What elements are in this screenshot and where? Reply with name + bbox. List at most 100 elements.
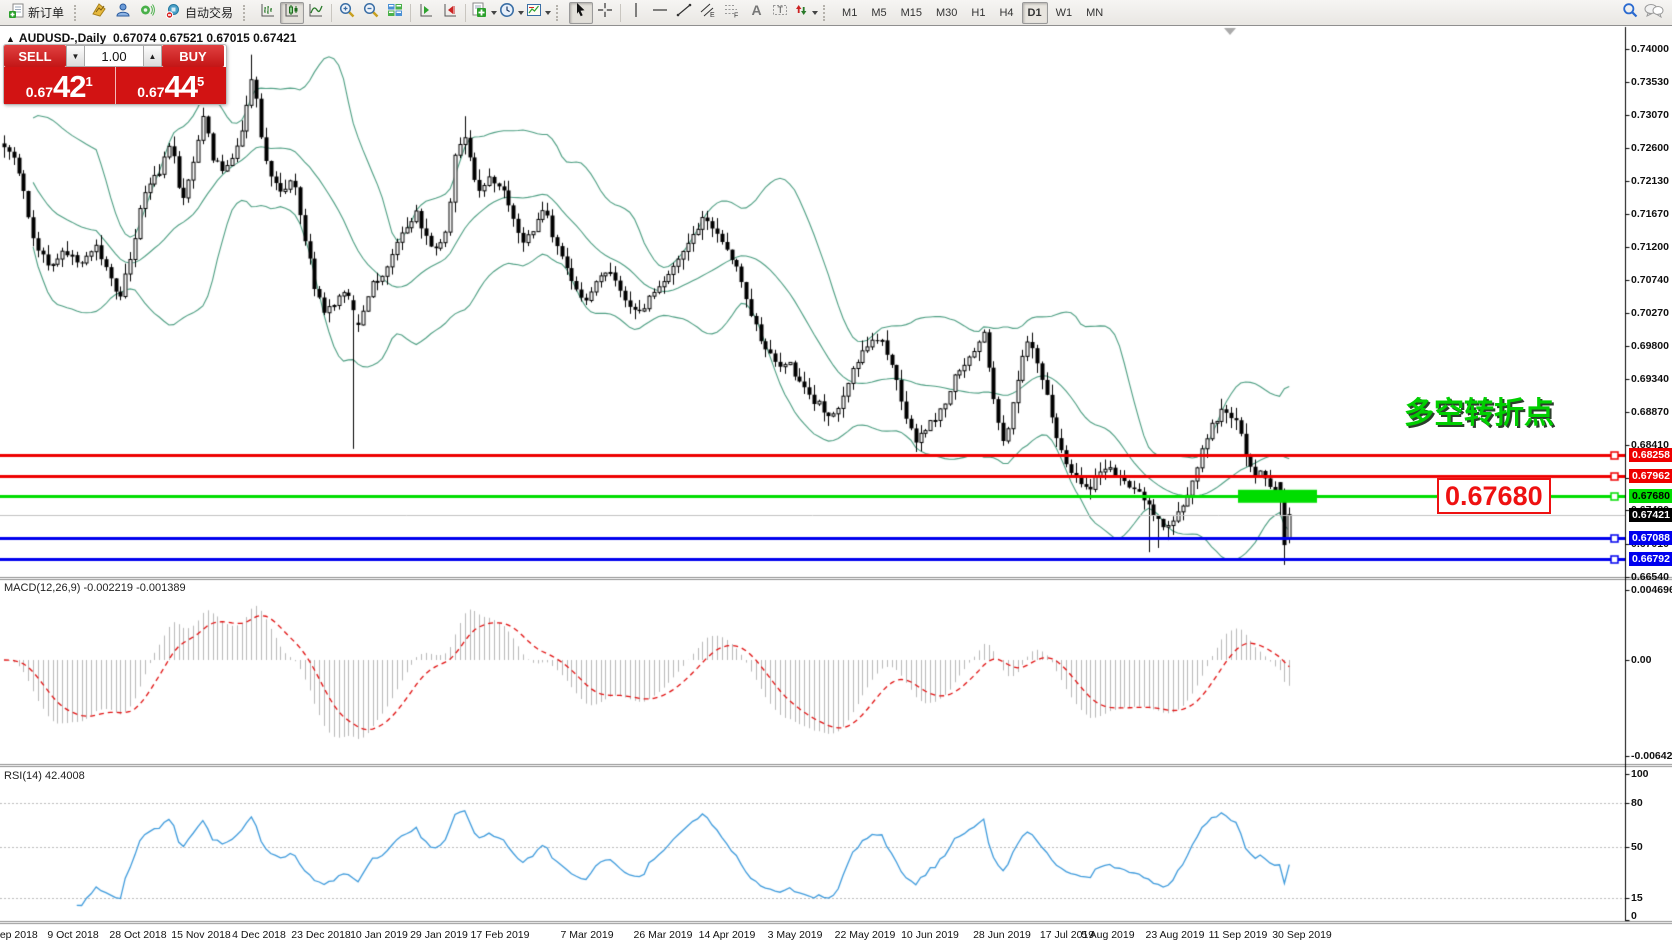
market-watch-button[interactable] xyxy=(87,2,111,24)
quotes-icon xyxy=(91,2,107,23)
price-callout-label[interactable]: 0.67680 xyxy=(1437,478,1551,514)
timeframe-button-mn[interactable]: MN xyxy=(1080,2,1109,24)
trendline-tool-button[interactable] xyxy=(672,2,696,24)
date-axis-label: 7 Mar 2019 xyxy=(560,929,613,941)
timeframe-button-m15[interactable]: M15 xyxy=(895,2,928,24)
toolbar-separator xyxy=(465,4,466,22)
price-axis-tick: 0.68870 xyxy=(1631,406,1669,418)
buy-price-panel[interactable]: 0.67445 xyxy=(116,67,227,104)
zoom-out-icon xyxy=(363,2,379,23)
toolbar: 新订单 自动交易 E F A T M1M5M15M30H1H4D1W1MN xyxy=(0,0,1672,26)
fibonacci-tool-button[interactable]: F xyxy=(720,2,744,24)
rsi-axis-tick: 0 xyxy=(1631,910,1637,922)
line-chart-button[interactable] xyxy=(304,2,328,24)
volume-decrease-button[interactable]: ▼ xyxy=(66,45,85,67)
templates-button[interactable] xyxy=(525,2,552,24)
autotrade-button[interactable]: 自动交易 xyxy=(159,2,239,24)
indicators-button[interactable] xyxy=(469,2,498,24)
candlestick-chart-button[interactable] xyxy=(280,2,304,24)
date-axis-label: 10 Jan 2019 xyxy=(350,929,408,941)
chart-shift-button[interactable] xyxy=(438,2,462,24)
tile-windows-button[interactable] xyxy=(383,2,407,24)
timeframe-button-h4[interactable]: H4 xyxy=(993,2,1019,24)
crosshair-tool-button[interactable] xyxy=(593,2,617,24)
date-axis-label: 23 Aug 2019 xyxy=(1146,929,1205,941)
sell-price-small: 0.67 xyxy=(26,85,53,99)
toolbar-grip xyxy=(74,5,83,21)
price-axis-tick: 0.73070 xyxy=(1631,109,1669,121)
date-axis-label: 23 Dec 2018 xyxy=(291,929,351,941)
text-label-icon: T xyxy=(772,2,788,23)
arrows-tool-button[interactable] xyxy=(792,2,819,24)
timeframe-button-d1[interactable]: D1 xyxy=(1022,2,1048,24)
price-axis-tick: 0.72600 xyxy=(1631,142,1669,154)
collapse-arrow-icon[interactable]: ▲ xyxy=(6,34,15,44)
date-axis-label: 22 May 2019 xyxy=(835,929,896,941)
zoom-in-icon xyxy=(339,2,355,23)
toolbar-separator xyxy=(620,4,621,22)
svg-text:T: T xyxy=(778,5,784,15)
date-axis-label: 15 Nov 2018 xyxy=(171,929,231,941)
volume-increase-button[interactable]: ▲ xyxy=(143,45,162,67)
timeframe-button-w1[interactable]: W1 xyxy=(1050,2,1079,24)
templates-icon xyxy=(526,2,542,23)
timeframe-button-m1[interactable]: M1 xyxy=(836,2,863,24)
date-axis-label: 20 Sep 2018 xyxy=(0,929,38,941)
sell-button[interactable]: SELL xyxy=(4,45,66,67)
toolbar-grip xyxy=(243,5,252,21)
rsi-axis-tick: 50 xyxy=(1631,841,1643,853)
timeframe-group: M1M5M15M30H1H4D1W1MN xyxy=(836,2,1109,24)
cursor-tool-button[interactable] xyxy=(569,2,593,24)
timeframe-button-m5[interactable]: M5 xyxy=(865,2,892,24)
vertical-line-tool-button[interactable] xyxy=(624,2,648,24)
hline-price-label: 0.67680 xyxy=(1629,489,1672,503)
zoom-out-button[interactable] xyxy=(359,2,383,24)
rsi-label: RSI(14) 42.4008 xyxy=(4,770,85,782)
bar-chart-button[interactable] xyxy=(256,2,280,24)
current-price-label: 0.67421 xyxy=(1629,508,1672,522)
volume-input[interactable] xyxy=(85,45,143,67)
date-axis-label: 28 Oct 2018 xyxy=(109,929,166,941)
timeframe-button-h1[interactable]: H1 xyxy=(965,2,991,24)
date-axis-label: 14 Apr 2019 xyxy=(699,929,756,941)
new-order-icon xyxy=(8,3,24,22)
text-tool-button[interactable]: A xyxy=(744,2,768,24)
arrows-icon xyxy=(793,2,809,23)
profiles-button[interactable] xyxy=(111,2,135,24)
date-axis-label: 3 May 2019 xyxy=(768,929,823,941)
sell-price-panel[interactable]: 0.67421 xyxy=(4,67,115,104)
buy-price-small: 0.67 xyxy=(137,85,164,99)
toolbar-grip xyxy=(556,5,565,21)
chart-ohlc-values: 0.67074 0.67521 0.67015 0.67421 xyxy=(113,31,297,45)
chat-icon[interactable] xyxy=(1644,2,1664,23)
macd-axis-tick: -0.006427 xyxy=(1631,750,1672,762)
date-axis-label: 11 Sep 2019 xyxy=(1209,929,1268,941)
macd-axis-tick: 0.00 xyxy=(1631,654,1651,666)
bar-chart-icon xyxy=(260,2,276,23)
channel-icon: E xyxy=(700,2,716,23)
periods-button[interactable] xyxy=(498,2,525,24)
svg-text:E: E xyxy=(710,12,715,18)
zoom-in-button[interactable] xyxy=(335,2,359,24)
alerts-button[interactable] xyxy=(135,2,159,24)
toolbar-grip xyxy=(823,5,832,21)
cursor-icon xyxy=(573,2,589,23)
hline-price-label: 0.66792 xyxy=(1629,552,1672,566)
timeframe-button-m30[interactable]: M30 xyxy=(930,2,963,24)
chart-canvas[interactable] xyxy=(0,0,1672,947)
candlestick-chart-icon xyxy=(284,2,300,23)
line-chart-icon xyxy=(308,2,324,23)
vertical-line-icon xyxy=(628,2,644,23)
price-axis-tick: 0.70740 xyxy=(1631,274,1669,286)
new-order-button[interactable]: 新订单 xyxy=(2,2,70,24)
horizontal-line-tool-button[interactable] xyxy=(648,2,672,24)
channel-tool-button[interactable]: E xyxy=(696,2,720,24)
horizontal-line-icon xyxy=(652,2,668,23)
buy-button[interactable]: BUY xyxy=(162,45,224,67)
date-axis-label: 28 Jun 2019 xyxy=(973,929,1031,941)
auto-scroll-button[interactable] xyxy=(414,2,438,24)
search-icon[interactable] xyxy=(1622,2,1638,23)
annotation-text[interactable]: 多空转折点 xyxy=(1404,388,1554,432)
label-tool-button[interactable]: T xyxy=(768,2,792,24)
chart-symbol-period: AUDUSD-,Daily xyxy=(19,31,106,45)
